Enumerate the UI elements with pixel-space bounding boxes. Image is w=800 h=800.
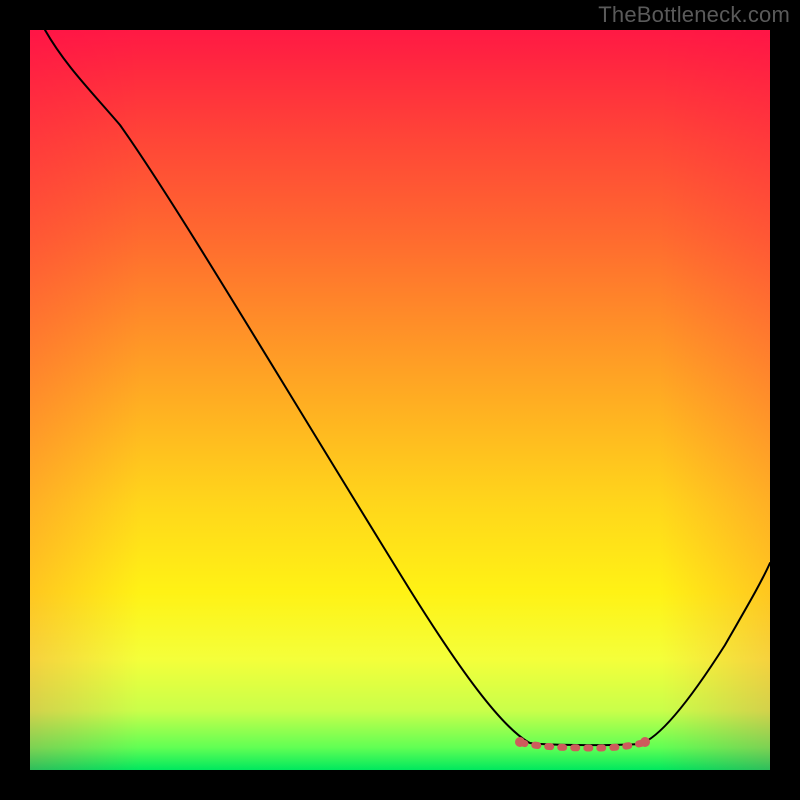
optimal-region-start-dot [515, 737, 525, 747]
plot-area [30, 30, 770, 770]
chart-frame: TheBottleneck.com [0, 0, 800, 800]
optimal-region-end-dot [640, 737, 650, 747]
bottleneck-curve-svg [30, 30, 770, 770]
optimal-region-marker [515, 737, 650, 748]
bottleneck-curve [45, 30, 770, 745]
watermark-text: TheBottleneck.com [598, 2, 790, 28]
